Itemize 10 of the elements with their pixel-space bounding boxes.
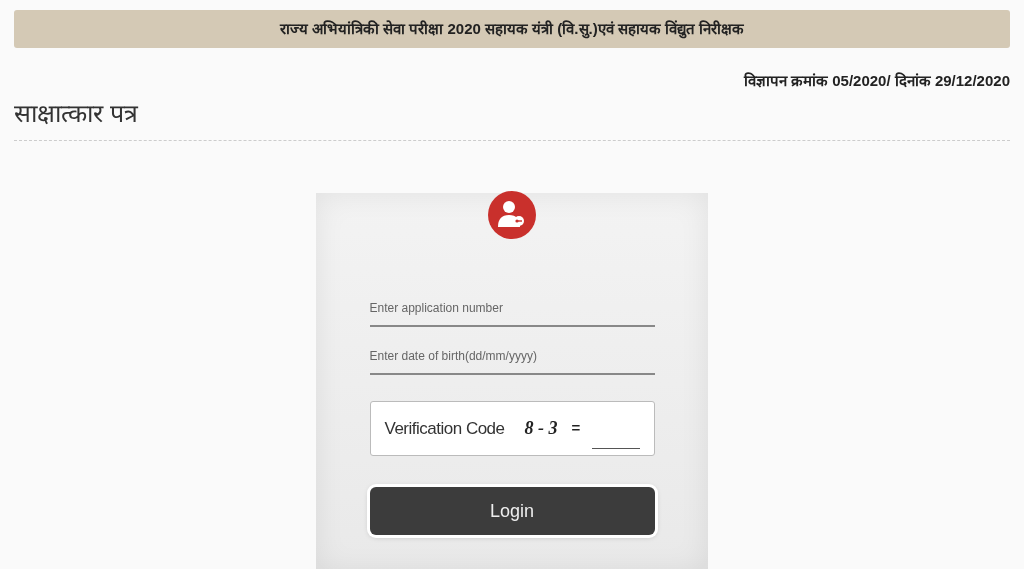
header-title: राज्य अभियांत्रिकी सेवा परीक्षा 2020 सहायक यंत्री (वि.सु.)एवं सहायक विंद्युत निरीक्षक (279, 18, 745, 41)
captcha-expression: 8 - 3 (524, 417, 558, 440)
login-button[interactable]: Login (369, 487, 655, 535)
equals-sign: = (571, 418, 581, 439)
captcha-label: Verification Code (384, 417, 505, 440)
input-field[interactable]: Enter date of birth(dd/mm/yyyy) (369, 339, 655, 375)
user-key-icon (486, 191, 538, 241)
input-field[interactable]: Enter application number (369, 291, 655, 327)
page-title: साक्षात्कार पत्र (14, 98, 138, 127)
notice-text: विज्ञापन क्रमांक 05/2020/ दिनांक 29/12/2020 (743, 71, 1010, 91)
